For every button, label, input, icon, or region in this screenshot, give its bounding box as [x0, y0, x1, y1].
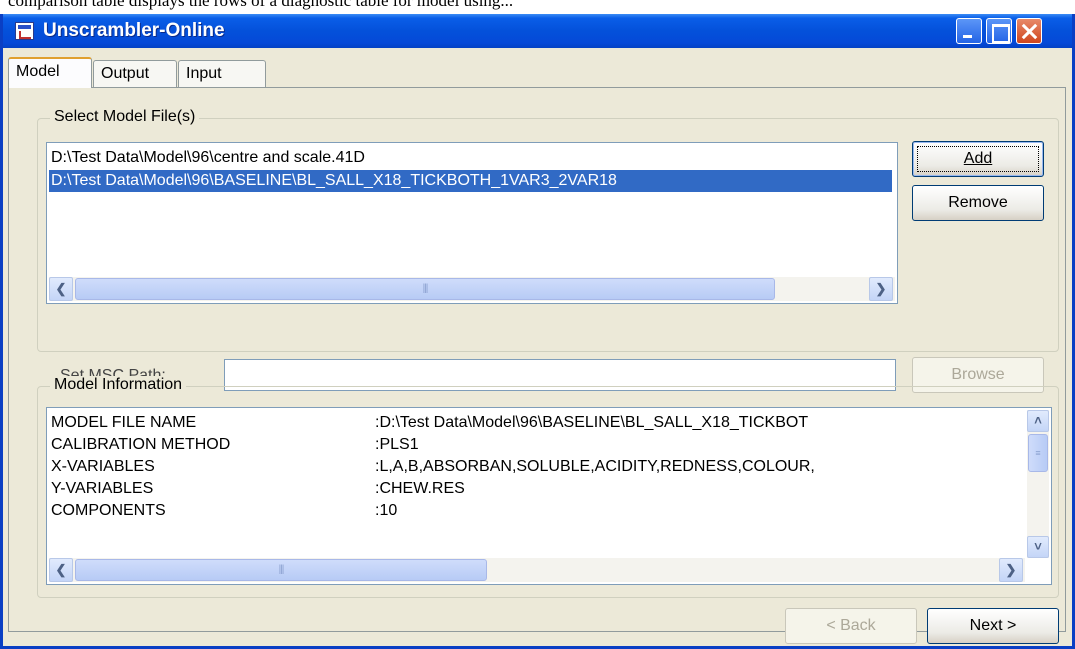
info-value: :L,A,B,ABSORBAN,SOLUBLE,ACIDITY,REDNESS,…	[375, 458, 815, 475]
info-value: :CHEW.RES	[375, 480, 465, 497]
tab-input[interactable]: Input	[178, 60, 266, 87]
info-value: :PLS1	[375, 436, 419, 453]
dialog-window: Unscrambler-Online Model Output Input Se…	[0, 14, 1075, 649]
tab-page-model: Select Model File(s) D:\Test Data\Model\…	[8, 87, 1066, 644]
info-key: CALIBRATION METHOD	[51, 436, 231, 453]
maximize-icon[interactable]	[986, 18, 1012, 44]
info-value: :10	[375, 502, 398, 519]
scroll-up-arrow-icon[interactable]: ˄	[1027, 410, 1049, 432]
remove-button-label: Remove	[948, 194, 1008, 211]
add-button-label: Add	[963, 150, 993, 167]
tab-model[interactable]: Model	[8, 57, 92, 88]
file-list-item-selected[interactable]: D:\Test Data\Model\96\BASELINE\BL_SALL_X…	[49, 170, 892, 192]
select-model-files-group: Select Model File(s) D:\Test Data\Model\…	[37, 108, 1059, 393]
info-key: X-VARIABLES	[51, 458, 155, 475]
info-key: MODEL FILE NAME	[51, 414, 197, 431]
browse-button-label: Browse	[951, 366, 1005, 383]
scrollbar-thumb[interactable]: |||	[75, 559, 487, 581]
info-horizontal-scrollbar[interactable]: ❮ ||| ❯	[49, 558, 1025, 582]
background-document-strip: comparison table displays the rows of a …	[0, 0, 1075, 14]
scroll-down-arrow-icon[interactable]: ˅	[1027, 536, 1049, 558]
scroll-right-arrow-icon[interactable]: ❯	[999, 558, 1023, 582]
info-value: :D:\Test Data\Model\96\BASELINE\BL_SALL_…	[375, 414, 809, 431]
model-information-group: Model Information MODEL FILE NAME :D:\Te…	[37, 376, 1059, 598]
tab-output[interactable]: Output	[93, 60, 177, 87]
model-file-list[interactable]: D:\Test Data\Model\96\centre and scale.4…	[46, 142, 898, 304]
next-button[interactable]: Next >	[927, 608, 1059, 644]
info-key: Y-VARIABLES	[51, 480, 154, 497]
scroll-right-arrow-icon[interactable]: ❯	[869, 277, 893, 301]
title-bar[interactable]: Unscrambler-Online	[3, 14, 1072, 48]
close-icon[interactable]	[1016, 18, 1042, 44]
background-document-text: comparison table displays the rows of a …	[8, 0, 514, 10]
window-title: Unscrambler-Online	[43, 20, 225, 41]
app-icon[interactable]	[15, 22, 34, 40]
scrollbar-thumb[interactable]: |||	[75, 278, 775, 300]
model-information-list[interactable]: MODEL FILE NAME :D:\Test Data\Model\96\B…	[46, 407, 1052, 585]
add-button[interactable]: Add	[912, 141, 1044, 177]
select-model-files-label: Select Model File(s)	[50, 108, 200, 126]
info-key: COMPONENTS	[51, 502, 166, 519]
next-button-label: Next >	[969, 617, 1017, 634]
info-vertical-scrollbar[interactable]: ˄ ≡ ˅	[1027, 410, 1049, 558]
vertical-scrollbar-thumb[interactable]: ≡	[1028, 434, 1048, 472]
model-information-label: Model Information	[50, 376, 187, 394]
file-list-item[interactable]: D:\Test Data\Model\96\centre and scale.4…	[49, 147, 897, 169]
back-button[interactable]: < Back	[785, 608, 917, 644]
scroll-left-arrow-icon[interactable]: ❮	[49, 558, 73, 582]
file-list-horizontal-scrollbar[interactable]: ❮ ||| ❯	[49, 277, 895, 301]
remove-button[interactable]: Remove	[912, 185, 1044, 221]
minimize-icon[interactable]	[956, 18, 982, 44]
scroll-left-arrow-icon[interactable]: ❮	[49, 277, 73, 301]
back-button-label: < Back	[826, 617, 876, 634]
